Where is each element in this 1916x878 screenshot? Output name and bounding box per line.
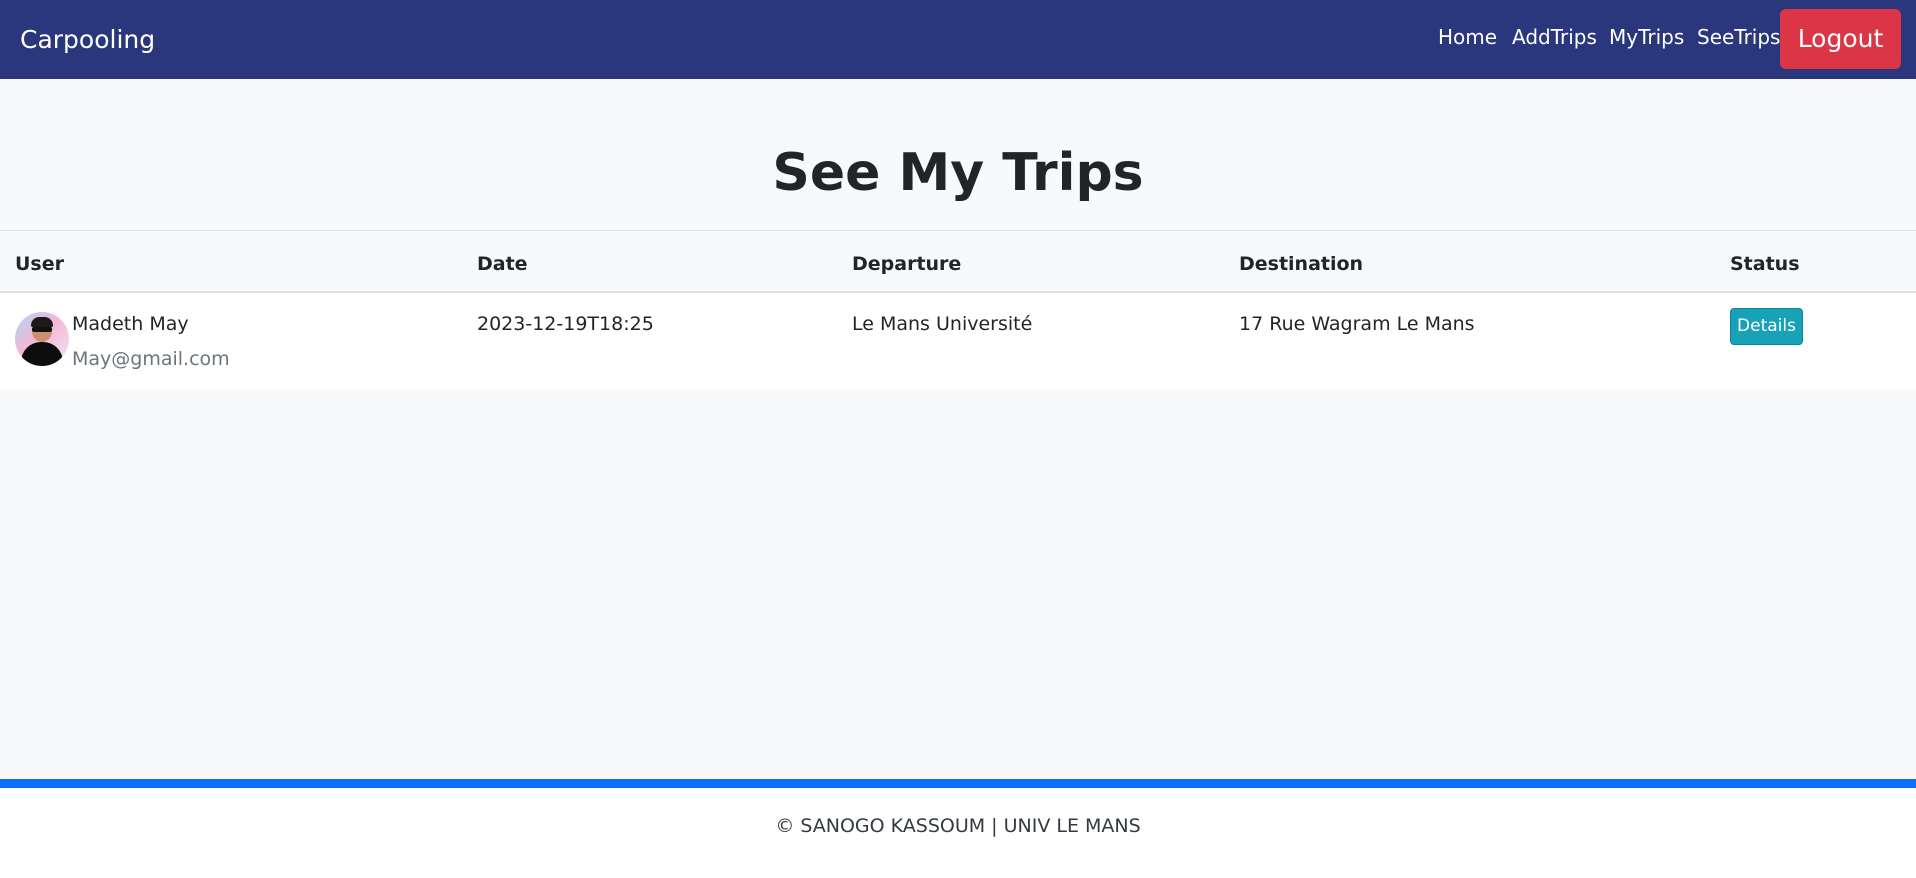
user-email: May@gmail.com bbox=[72, 348, 230, 370]
nav-see-trips[interactable]: SeeTrips bbox=[1697, 24, 1780, 50]
table-row bbox=[0, 293, 1916, 389]
logout-button[interactable]: Logout bbox=[1780, 9, 1901, 69]
page-title: See My Trips bbox=[772, 143, 1144, 203]
trips-table: User Date Departure Destination Status bbox=[0, 230, 1916, 389]
footer-accent-bar bbox=[0, 779, 1916, 788]
col-destination: Destination bbox=[1239, 253, 1364, 275]
top-navbar: Carpooling Home AddTrips MyTrips SeeTrip… bbox=[0, 0, 1916, 79]
trip-date: 2023-12-19T18:25 bbox=[477, 313, 654, 335]
col-date: Date bbox=[477, 253, 528, 275]
footer: © SANOGO KASSOUM | UNIV LE MANS bbox=[0, 788, 1916, 878]
footer-copyright: © SANOGO KASSOUM | UNIV LE MANS bbox=[775, 815, 1141, 837]
user-name: Madeth May bbox=[72, 313, 189, 335]
trip-destination: 17 Rue Wagram Le Mans bbox=[1239, 313, 1475, 335]
trip-departure: Le Mans Université bbox=[852, 313, 1033, 335]
avatar-glasses bbox=[32, 327, 52, 332]
avatar bbox=[15, 312, 69, 366]
avatar-body bbox=[21, 342, 63, 366]
col-departure: Departure bbox=[852, 253, 962, 275]
nav-my-trips[interactable]: MyTrips bbox=[1609, 24, 1684, 50]
avatar-hair bbox=[31, 317, 53, 327]
col-status: Status bbox=[1730, 253, 1800, 275]
table-header: User Date Departure Destination Status bbox=[0, 230, 1916, 293]
details-button[interactable]: Details bbox=[1730, 308, 1803, 345]
brand-logo[interactable]: Carpooling bbox=[20, 24, 155, 56]
nav-home[interactable]: Home bbox=[1438, 24, 1497, 50]
nav-add-trips[interactable]: AddTrips bbox=[1512, 24, 1597, 50]
col-user: User bbox=[15, 253, 64, 275]
